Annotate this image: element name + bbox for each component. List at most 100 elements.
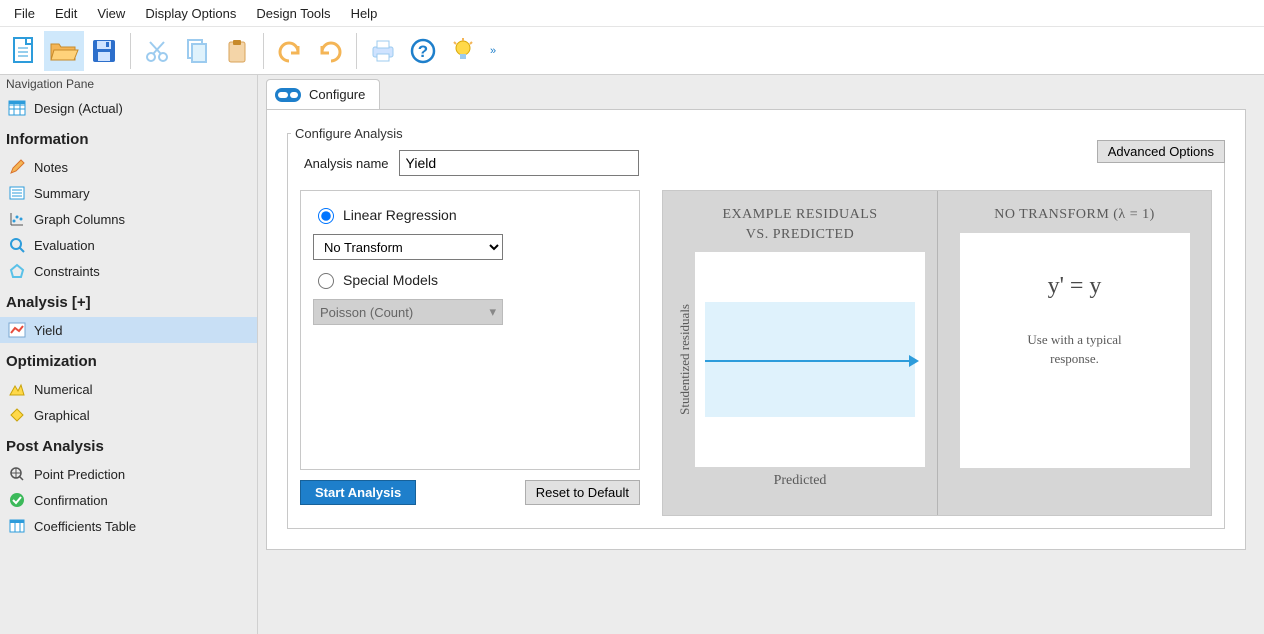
configure-panel: Configure Analysis Analysis name Advance… — [266, 109, 1246, 550]
radio-linear-input[interactable] — [318, 208, 334, 224]
copy-button[interactable] — [177, 31, 217, 71]
nav-pane-title: Navigation Pane — [0, 75, 257, 95]
nav-label: Point Prediction — [34, 467, 125, 482]
nav-label: Graph Columns — [34, 212, 125, 227]
special-model-select: Poisson (Count) ▾ — [313, 299, 503, 325]
radio-label: Linear Regression — [343, 207, 457, 223]
nav-label: Graphical — [34, 408, 90, 423]
model-options-box: Linear Regression No Transform Special M… — [300, 190, 640, 470]
save-icon — [91, 38, 117, 64]
nav-summary[interactable]: Summary — [0, 180, 257, 206]
nav-design-actual[interactable]: Design (Actual) — [0, 95, 257, 121]
nav-coefficients-table[interactable]: Coefficients Table — [0, 513, 257, 539]
list-icon — [8, 184, 26, 202]
menu-display-options[interactable]: Display Options — [135, 4, 246, 23]
scatter-icon — [8, 210, 26, 228]
save-button[interactable] — [84, 31, 124, 71]
lightbulb-icon — [451, 37, 475, 65]
nav-label: Evaluation — [34, 238, 95, 253]
target-icon — [8, 465, 26, 483]
cut-button[interactable] — [137, 31, 177, 71]
nav-graphical[interactable]: Graphical — [0, 402, 257, 428]
nav-section-post-analysis: Post Analysis — [0, 428, 257, 461]
help-icon: ? — [410, 38, 436, 64]
paste-button[interactable] — [217, 31, 257, 71]
magnifier-icon — [8, 236, 26, 254]
grid-icon — [8, 99, 26, 117]
toolbar-separator — [263, 33, 264, 69]
open-file-button[interactable] — [44, 31, 84, 71]
nav-section-analysis[interactable]: Analysis [+] — [0, 284, 257, 317]
redo-button[interactable] — [310, 31, 350, 71]
nav-point-prediction[interactable]: Point Prediction — [0, 461, 257, 487]
mountain-icon — [8, 380, 26, 398]
nav-label: Notes — [34, 160, 68, 175]
start-analysis-button[interactable]: Start Analysis — [300, 480, 416, 505]
menu-edit[interactable]: Edit — [45, 4, 87, 23]
nav-numerical[interactable]: Numerical — [0, 376, 257, 402]
nav-label: Numerical — [34, 382, 93, 397]
nav-section-optimization: Optimization — [0, 343, 257, 376]
radio-label: Special Models — [343, 272, 438, 288]
navigation-pane: Navigation Pane Design (Actual) Informat… — [0, 74, 258, 634]
toggle-icon — [275, 88, 301, 102]
card-transform: NO TRANSFORM (λ = 1) y' = y Use with a t… — [937, 191, 1211, 515]
copy-icon — [184, 38, 210, 64]
pencil-icon — [8, 158, 26, 176]
residuals-plot — [695, 252, 925, 467]
transform-select[interactable]: No Transform — [313, 234, 503, 260]
chevron-down-icon: ▾ — [489, 304, 496, 320]
paste-icon — [224, 38, 250, 64]
tab-label: Configure — [309, 87, 365, 102]
nav-notes[interactable]: Notes — [0, 154, 257, 180]
chart-line-icon — [8, 321, 26, 339]
menu-design-tools[interactable]: Design Tools — [246, 4, 340, 23]
scissors-icon — [144, 38, 170, 64]
nav-yield[interactable]: Yield — [0, 317, 257, 343]
menubar: File Edit View Display Options Design To… — [0, 0, 1264, 26]
card-title: NO TRANSFORM (λ = 1) — [994, 205, 1155, 225]
radio-special-models[interactable]: Special Models — [313, 270, 627, 289]
redo-icon — [316, 38, 344, 64]
print-icon — [369, 38, 397, 64]
analysis-name-input[interactable] — [399, 150, 639, 176]
plot-x-label: Predicted — [774, 473, 827, 489]
tab-configure[interactable]: Configure — [266, 79, 380, 109]
undo-icon — [276, 38, 304, 64]
toolbar-separator — [130, 33, 131, 69]
nav-evaluation[interactable]: Evaluation — [0, 232, 257, 258]
reset-to-default-button[interactable]: Reset to Default — [525, 480, 640, 505]
fieldset-legend: Configure Analysis — [291, 126, 1225, 141]
folder-open-icon — [49, 38, 79, 64]
nav-constraints[interactable]: Constraints — [0, 258, 257, 284]
transform-preview: y' = y Use with a typical response. — [960, 233, 1190, 468]
radio-linear-regression[interactable]: Linear Regression — [313, 205, 627, 224]
table-icon — [8, 517, 26, 535]
menu-file[interactable]: File — [4, 4, 45, 23]
diamond-icon — [8, 406, 26, 424]
tips-button[interactable] — [443, 31, 483, 71]
nav-graph-columns[interactable]: Graph Columns — [0, 206, 257, 232]
plot-y-label: Studentized residuals — [677, 304, 693, 415]
undo-button[interactable] — [270, 31, 310, 71]
toolbar: ? » — [0, 26, 1264, 74]
analysis-name-label: Analysis name — [304, 156, 389, 171]
advanced-options-button[interactable]: Advanced Options — [1097, 140, 1225, 163]
print-button[interactable] — [363, 31, 403, 71]
nav-section-information: Information — [0, 121, 257, 154]
new-file-button[interactable] — [4, 31, 44, 71]
menu-view[interactable]: View — [87, 4, 135, 23]
svg-text:?: ? — [418, 42, 428, 61]
menu-help[interactable]: Help — [341, 4, 388, 23]
toolbar-separator — [356, 33, 357, 69]
checkmark-circle-icon — [8, 491, 26, 509]
toolbar-overflow[interactable]: » — [483, 45, 503, 57]
radio-special-input[interactable] — [318, 273, 334, 289]
nav-label: Coefficients Table — [34, 519, 136, 534]
document-icon — [11, 36, 37, 66]
transform-formula: y' = y — [1048, 273, 1102, 300]
special-model-value: Poisson (Count) — [320, 305, 413, 320]
nav-confirmation[interactable]: Confirmation — [0, 487, 257, 513]
help-button[interactable]: ? — [403, 31, 443, 71]
transform-description: Use with a typical response. — [1027, 330, 1121, 369]
